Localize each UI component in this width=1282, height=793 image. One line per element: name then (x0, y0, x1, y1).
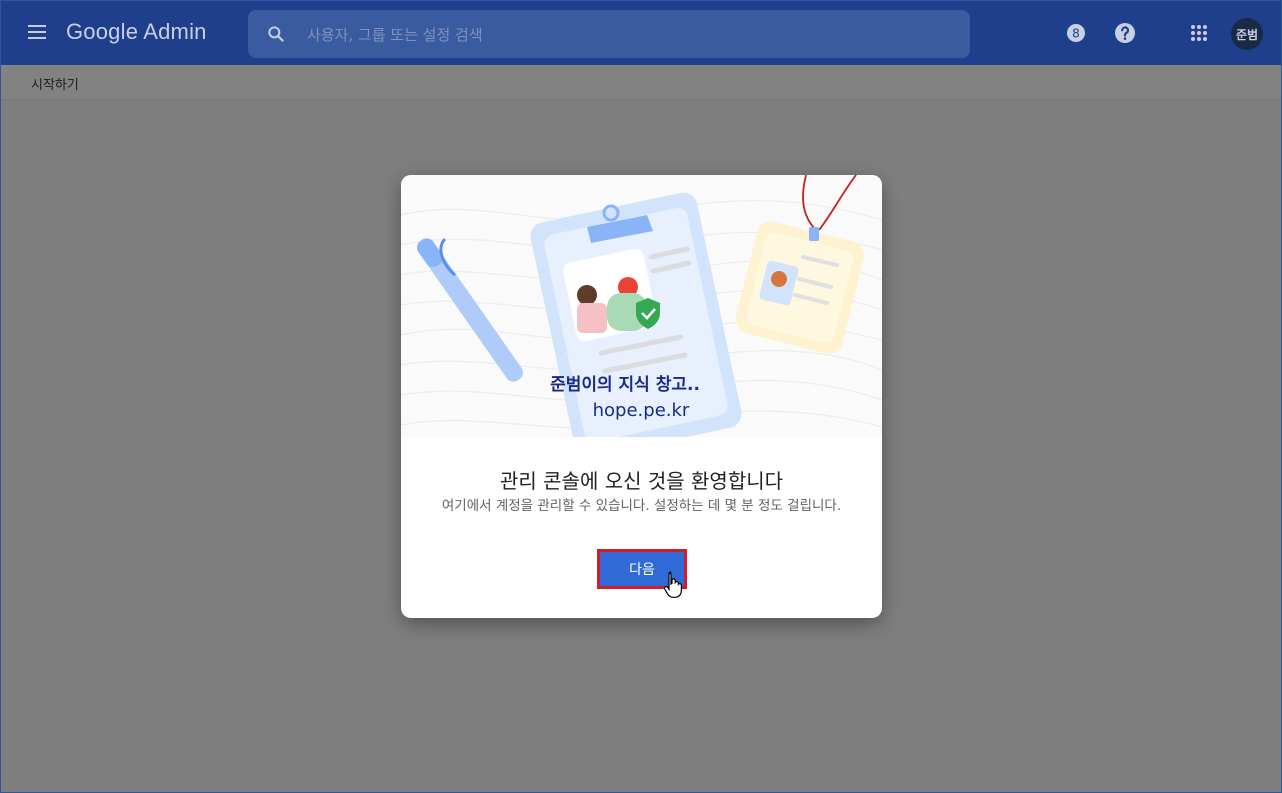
dialog-description: 여기에서 계정을 관리할 수 있습니다. 설정하는 데 몇 분 정도 걸립니다. (441, 498, 842, 514)
watermark-text: 준범이의 지식 창고.. (550, 375, 700, 395)
welcome-illustration: 준범이의 지식 창고.. hope.pe.kr (401, 175, 882, 437)
app-brand[interactable]: Google Admin (66, 19, 207, 45)
help-icon[interactable] (1113, 21, 1137, 45)
notification-badge-icon[interactable]: 8 (1064, 21, 1088, 45)
menu-icon[interactable] (25, 21, 49, 45)
notification-count: 8 (1072, 27, 1080, 41)
watermark-url: hope.pe.kr (593, 400, 690, 421)
search-input[interactable] (305, 20, 949, 50)
welcome-dialog: 준범이의 지식 창고.. hope.pe.kr 관리 콘솔에 오신 것을 환영합… (401, 175, 882, 618)
app-window: Google Admin 8 (0, 0, 1282, 793)
avatar[interactable]: 준범 (1231, 18, 1263, 50)
hand-pointer-icon (664, 571, 682, 598)
breadcrumb-item[interactable]: 시작하기 (31, 74, 79, 93)
search-icon (268, 26, 284, 42)
top-app-bar: Google Admin 8 (1, 1, 1281, 65)
search-box[interactable] (248, 10, 970, 58)
dialog-title: 관리 콘솔에 오신 것을 환영합니다 (499, 469, 784, 493)
breadcrumb: 시작하기 (1, 65, 1281, 100)
apps-grid-icon[interactable] (1187, 21, 1211, 45)
